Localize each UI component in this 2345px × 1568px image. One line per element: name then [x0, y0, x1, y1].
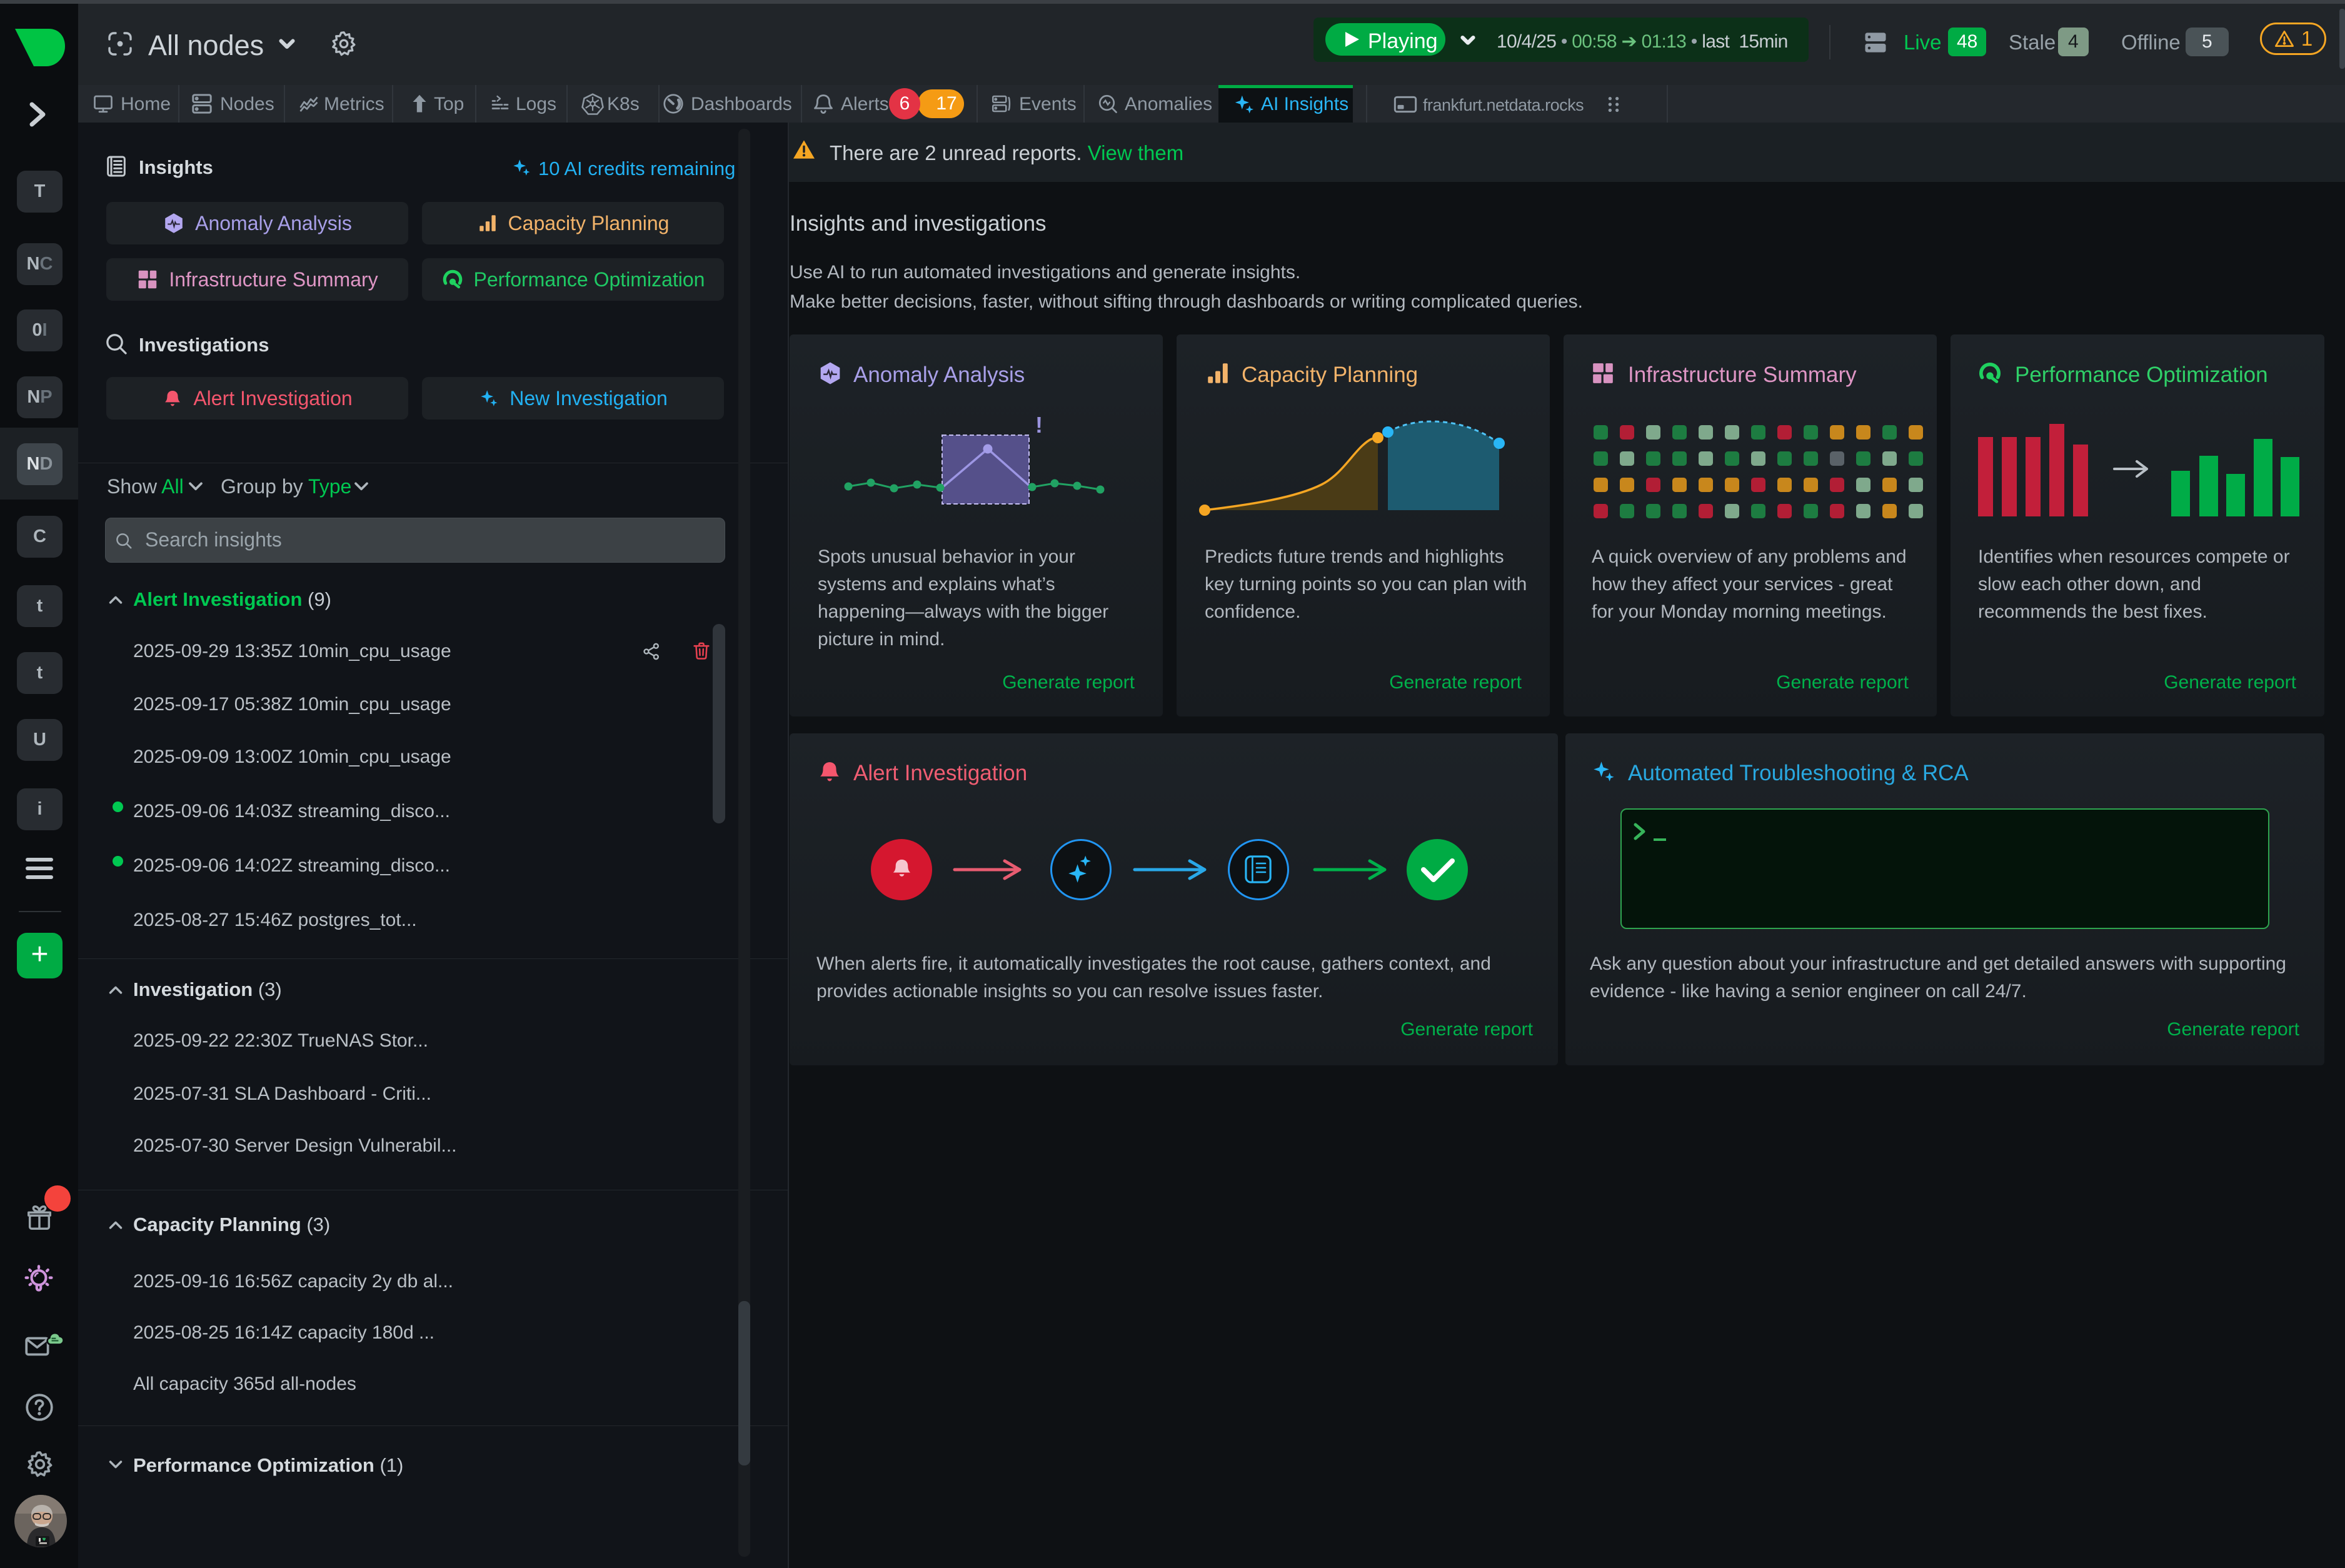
svg-text:!: !: [1035, 413, 1043, 438]
